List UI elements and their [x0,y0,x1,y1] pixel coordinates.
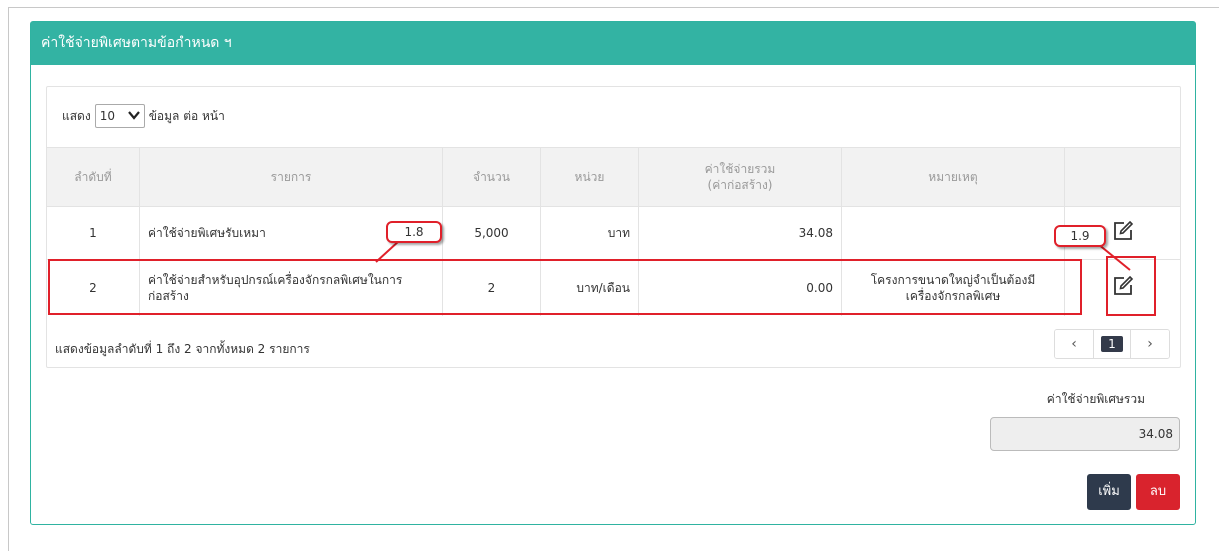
callout-arrows [375,239,1131,271]
callout-label-a: 1.8 [386,221,442,243]
callout-label-b: 1.9 [1054,225,1106,247]
